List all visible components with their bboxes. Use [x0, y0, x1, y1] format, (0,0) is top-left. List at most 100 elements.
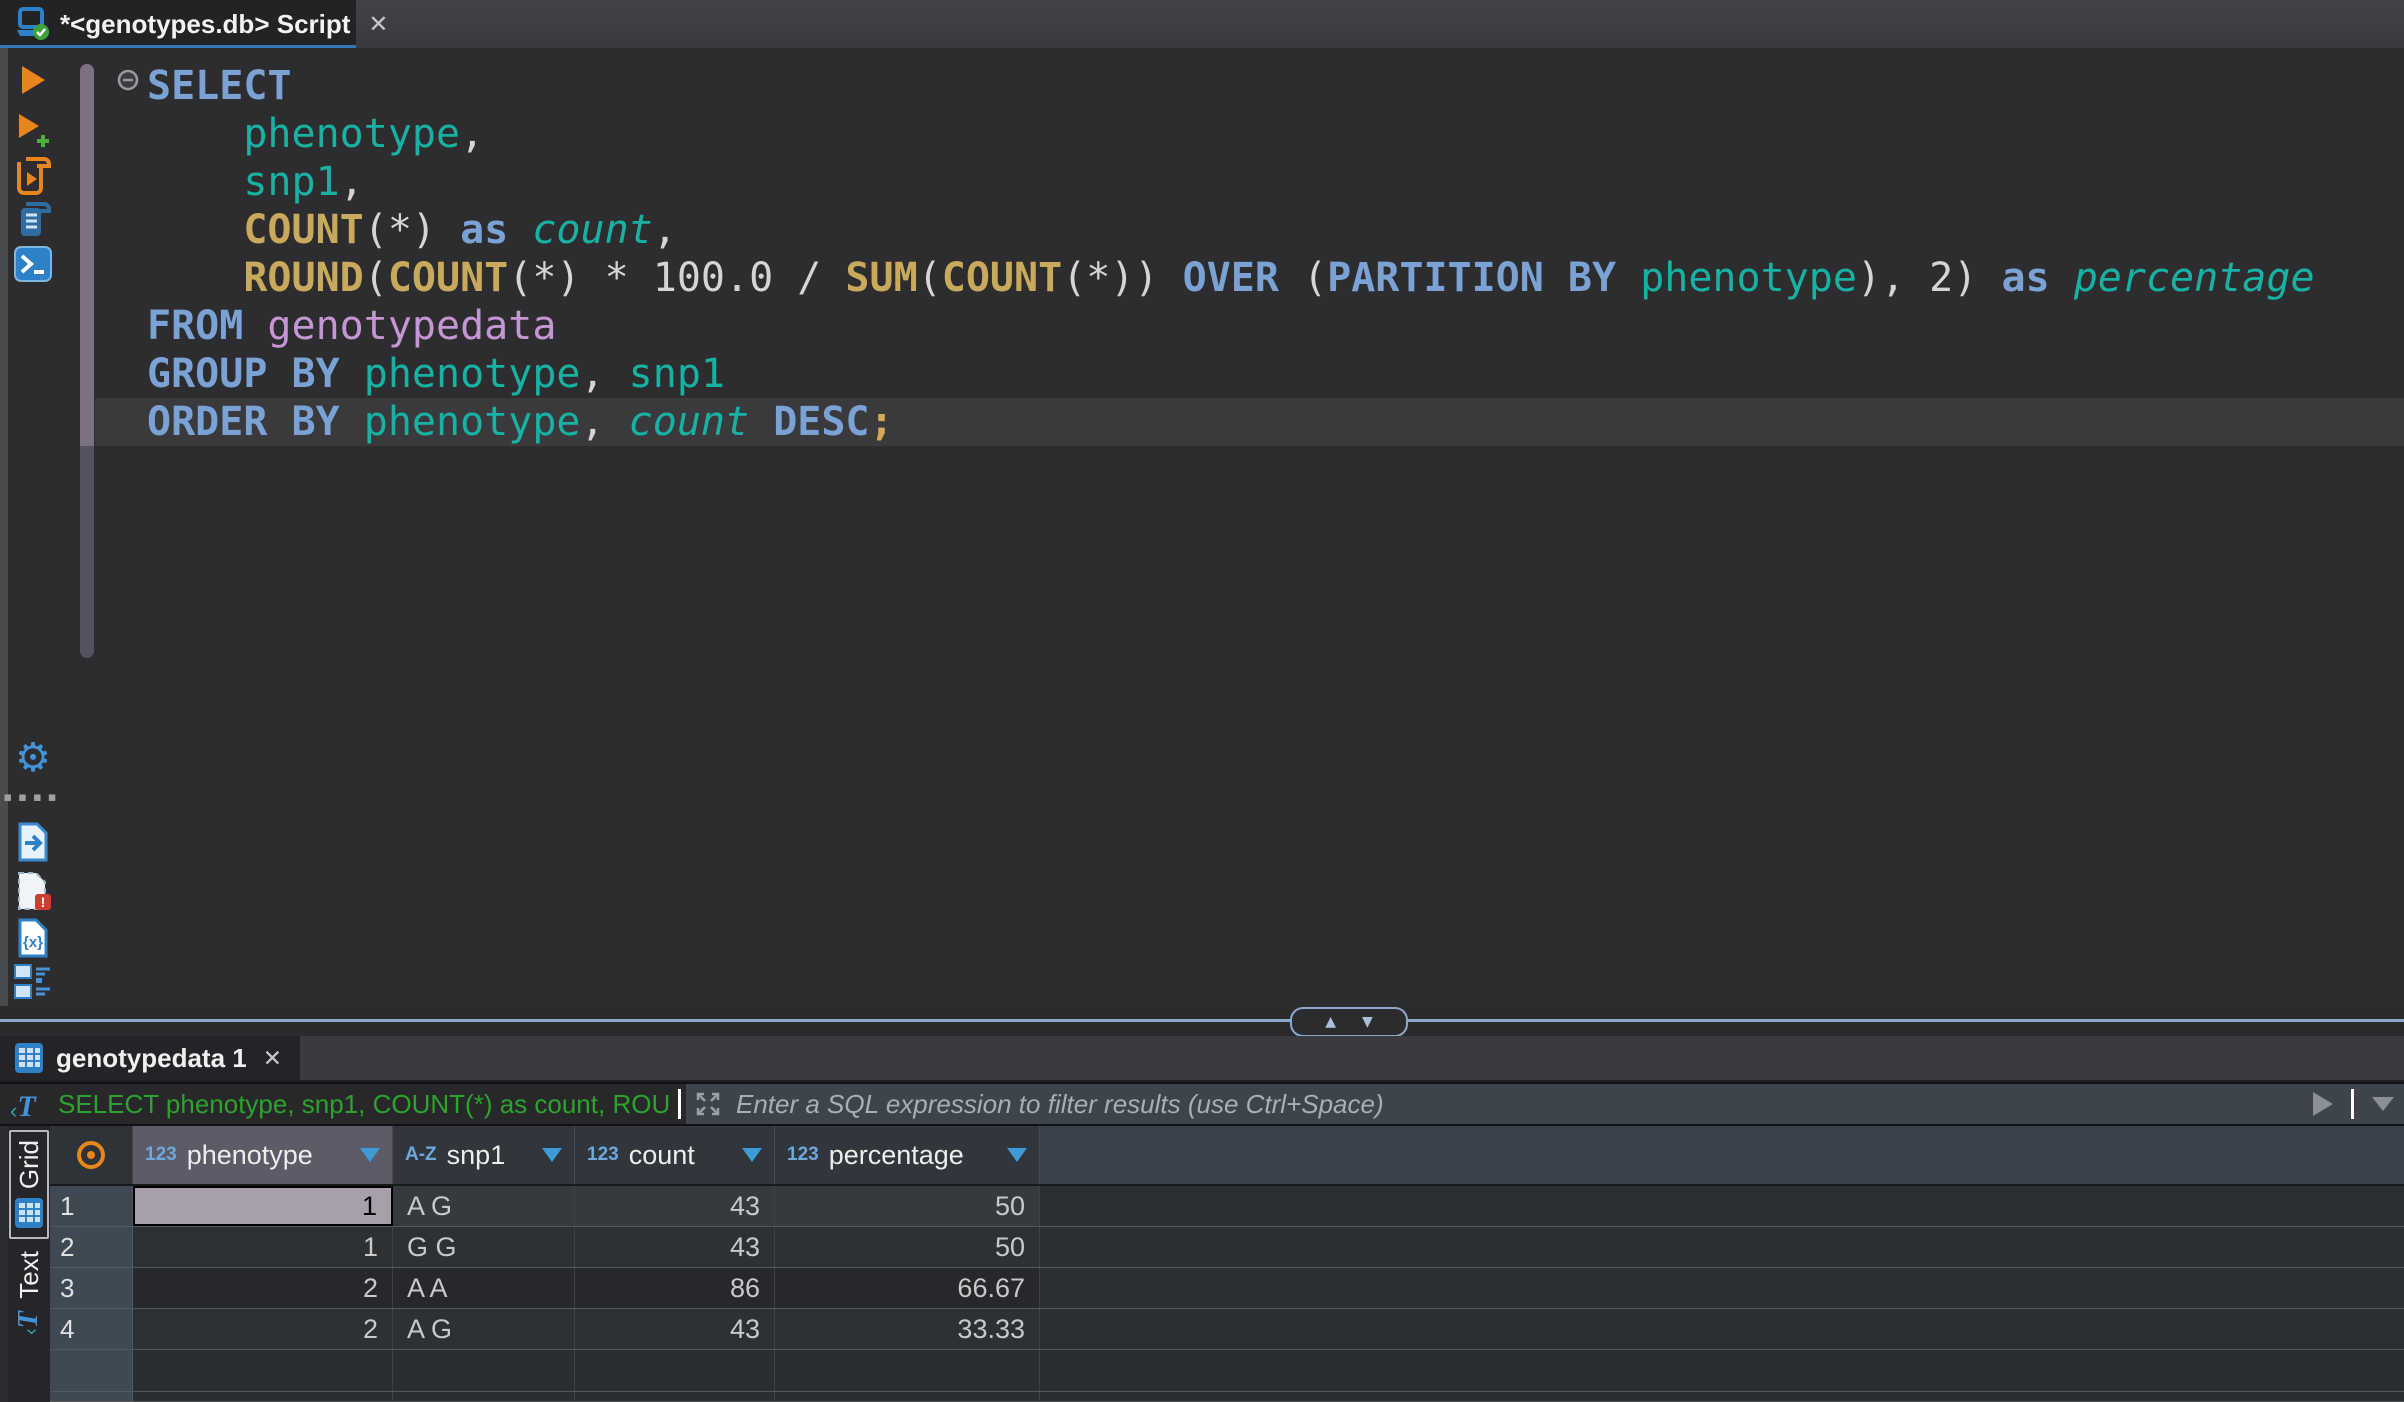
- code-token: [147, 255, 243, 301]
- column-header-phenotype[interactable]: 123phenotype: [133, 1126, 393, 1184]
- row-number[interactable]: 4: [50, 1309, 133, 1349]
- code-token: [1616, 255, 1640, 301]
- splitter-handle[interactable]: ▲ ▼: [1290, 1007, 1408, 1037]
- grid-cell[interactable]: 2: [133, 1309, 393, 1349]
- empty-cell: [133, 1392, 393, 1401]
- grid-corner-cell[interactable]: [50, 1126, 133, 1184]
- code-token: [147, 159, 243, 205]
- grid-cell[interactable]: A A: [393, 1268, 575, 1308]
- code-token: COUNT: [243, 207, 363, 253]
- execute-new-tab-icon[interactable]: [15, 112, 51, 150]
- column-dropdown-icon[interactable]: [360, 1148, 380, 1162]
- tab-grid[interactable]: Grid: [9, 1130, 49, 1239]
- column-dropdown-icon[interactable]: [542, 1148, 562, 1162]
- grid-cell[interactable]: 1: [133, 1186, 393, 1226]
- code-token: (: [918, 255, 942, 301]
- column-header-count[interactable]: 123count: [575, 1126, 775, 1184]
- tab-text-label: Text: [14, 1251, 45, 1299]
- panel-splitter[interactable]: ▲ ▼: [0, 1006, 2404, 1036]
- row-filler: [1040, 1268, 2404, 1308]
- grid-cell[interactable]: 50: [775, 1186, 1040, 1226]
- code-line[interactable]: ROUND(COUNT(*) * 100.0 / SUM(COUNT(*)) O…: [95, 254, 2404, 302]
- window-edge: [0, 48, 8, 1006]
- grid-cell[interactable]: 43: [575, 1186, 775, 1226]
- empty-cell: [575, 1392, 775, 1401]
- gear-icon[interactable]: ⚙: [15, 738, 51, 778]
- row-number[interactable]: 3: [50, 1268, 133, 1308]
- document-error-icon[interactable]: !: [14, 870, 52, 912]
- column-header-snp1[interactable]: A-Zsnp1: [393, 1126, 575, 1184]
- row-number[interactable]: 1: [50, 1186, 133, 1226]
- code-token: [508, 207, 532, 253]
- code-token: SUM: [845, 255, 917, 301]
- grid-cell[interactable]: 43: [575, 1309, 775, 1349]
- code-line[interactable]: FROM genotypedata: [95, 302, 2404, 350]
- column-dropdown-icon[interactable]: [742, 1148, 762, 1162]
- grid-cell[interactable]: 1: [133, 1227, 393, 1267]
- minimize-panel-icon[interactable]: ▼: [1362, 1015, 1373, 1029]
- empty-cell: [133, 1350, 393, 1391]
- explain-plan-icon[interactable]: [14, 202, 52, 240]
- code-line[interactable]: phenotype,: [95, 110, 2404, 158]
- grid-cell[interactable]: G G: [393, 1227, 575, 1267]
- overflow-dots-icon[interactable]: ▪▪▪▪: [3, 790, 62, 805]
- document-expression-icon[interactable]: {x}: [15, 918, 51, 958]
- splitter-line[interactable]: [0, 1019, 2404, 1022]
- code-token: ,: [653, 207, 677, 253]
- grid-cell[interactable]: 50: [775, 1227, 1040, 1267]
- filter-history-icon[interactable]: [2372, 1097, 2394, 1111]
- editor-tab[interactable]: *<genotypes.db> Script ✕: [0, 0, 356, 48]
- code-token: (*): [364, 207, 460, 253]
- text-view-icon: ‹T: [13, 1311, 45, 1335]
- text-view-t: T: [13, 1311, 44, 1328]
- execute-statement-icon[interactable]: [18, 64, 48, 96]
- results-tab[interactable]: genotypedata 1 ✕: [0, 1036, 300, 1080]
- results-tab-close-icon[interactable]: ✕: [263, 1045, 282, 1072]
- grid-cell[interactable]: 86: [575, 1268, 775, 1308]
- code-token: FROM: [147, 303, 243, 349]
- code-token: phenotype: [364, 399, 581, 445]
- column-label: snp1: [447, 1140, 532, 1171]
- code-token: ROUND: [243, 255, 363, 301]
- code-line[interactable]: COUNT(*) as count,: [95, 206, 2404, 254]
- row-number[interactable]: 2: [50, 1227, 133, 1267]
- code-token: phenotype: [243, 111, 460, 157]
- column-header-percentage[interactable]: 123percentage: [775, 1126, 1040, 1184]
- execute-script-icon[interactable]: [14, 156, 52, 196]
- row-filler: [1040, 1186, 2404, 1226]
- grid-cell[interactable]: 2: [133, 1268, 393, 1308]
- grid-cell[interactable]: 33.33: [775, 1309, 1040, 1349]
- code-token: snp1: [629, 351, 725, 397]
- grid-cell[interactable]: 66.67: [775, 1268, 1040, 1308]
- code-token: phenotype: [364, 351, 581, 397]
- code-line[interactable]: SELECT: [95, 62, 2404, 110]
- code-line[interactable]: snp1,: [95, 158, 2404, 206]
- empty-cell: [393, 1392, 575, 1401]
- tab-text[interactable]: Text ‹T: [8, 1243, 50, 1347]
- export-result-icon[interactable]: [15, 822, 51, 862]
- compare-layout-icon[interactable]: [14, 964, 52, 1000]
- filter-input[interactable]: Enter a SQL expression to filter results…: [686, 1084, 2404, 1124]
- code-line[interactable]: ORDER BY phenotype, count DESC;: [95, 398, 2404, 446]
- code-token: ,: [581, 399, 629, 445]
- grid-cell[interactable]: 43: [575, 1227, 775, 1267]
- row-filler: [1040, 1309, 2404, 1349]
- apply-filter-icon[interactable]: [2313, 1092, 2333, 1116]
- code-token: [243, 303, 267, 349]
- column-dropdown-icon[interactable]: [1007, 1148, 1027, 1162]
- row-number-empty: [50, 1350, 133, 1391]
- grid-cell[interactable]: A G: [393, 1186, 575, 1226]
- sql-console-icon[interactable]: [14, 246, 52, 282]
- code-token: ,: [340, 159, 364, 205]
- sql-text-t: T: [17, 1092, 35, 1122]
- column-type-icon: 123: [787, 1144, 819, 1166]
- code-line[interactable]: GROUP BY phenotype, snp1: [95, 350, 2404, 398]
- expand-filter-icon[interactable]: [694, 1090, 722, 1118]
- maximize-panel-icon[interactable]: ▲: [1325, 1015, 1336, 1029]
- text-cursor: [678, 1089, 681, 1119]
- code-token: ,: [460, 111, 484, 157]
- current-row-marker-icon: [77, 1141, 105, 1169]
- editor-tab-close-icon[interactable]: ✕: [368, 10, 388, 39]
- grid-cell[interactable]: A G: [393, 1309, 575, 1349]
- sql-code[interactable]: SELECT phenotype, snp1, COUNT(*) as coun…: [95, 62, 2404, 446]
